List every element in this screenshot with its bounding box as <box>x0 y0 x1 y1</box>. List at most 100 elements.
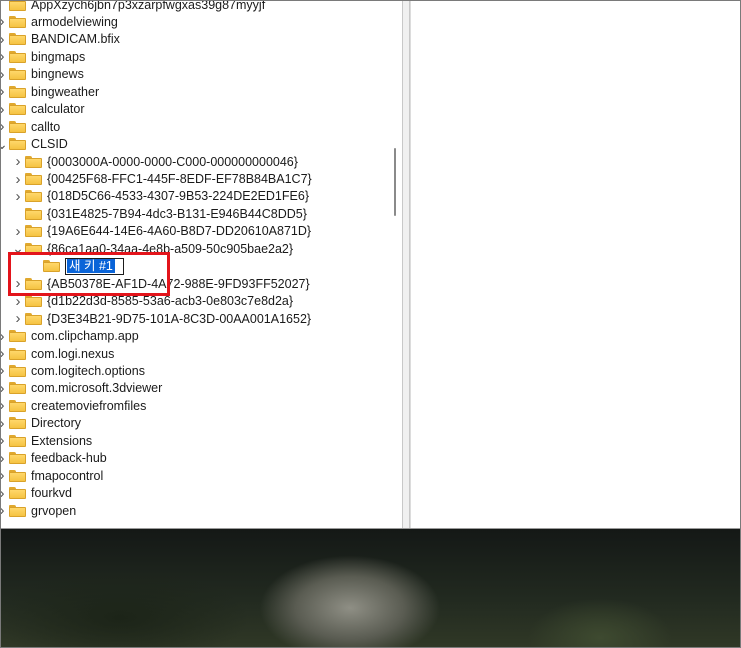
chevron-right-icon[interactable]: › <box>0 31 7 48</box>
tree-item[interactable]: › bingmaps <box>0 48 85 65</box>
tree-item[interactable]: › {d1b22d3d-8585-53a6-acb3-0e803c7e8d2a} <box>13 293 294 310</box>
chevron-right-icon[interactable]: › <box>0 397 7 414</box>
chevron-right-icon[interactable]: › <box>13 188 23 205</box>
registry-key-tree[interactable]: AppXzych6jbn7p3xzarpfwgxas39g87myyjf › arm… <box>0 0 388 528</box>
chevron-right-icon[interactable]: › <box>0 83 7 100</box>
chevron-down-icon[interactable]: ⌄ <box>12 240 24 257</box>
tree-item[interactable]: › com.clipchamp.app <box>0 328 139 345</box>
tree-item-label: bingweather <box>31 84 100 99</box>
tree-item-label: Directory <box>31 416 82 431</box>
chevron-right-icon[interactable]: › <box>13 293 23 310</box>
tree-item[interactable]: › callto <box>0 118 60 135</box>
tree-item[interactable]: › Directory <box>0 415 81 432</box>
tree-vertical-scrollbar[interactable] <box>388 0 402 528</box>
tree-item[interactable]: {031E4825-7B94-4dc3-B131-E946B44C8DD5} <box>13 205 307 222</box>
tree-item-label: {018D5C66-4533-4307-9B53-224DE2ED1FE6} <box>47 189 309 204</box>
tree-item[interactable]: › {D3E34B21-9D75-101A-8C3D-00AA001A1652} <box>13 310 312 327</box>
chevron-right-icon[interactable]: › <box>0 380 7 397</box>
chevron-right-icon[interactable]: › <box>0 328 7 345</box>
tree-item[interactable]: › armodelviewing <box>0 13 118 30</box>
chevron-right-icon[interactable]: › <box>0 66 7 83</box>
tree-item[interactable]: › com.logi.nexus <box>0 345 114 362</box>
folder-icon <box>25 295 42 308</box>
chevron-right-icon[interactable]: › <box>0 13 7 30</box>
folder-icon <box>25 277 42 290</box>
folder-icon <box>25 207 42 220</box>
folder-icon <box>25 155 42 168</box>
registry-values-pane[interactable] <box>410 0 741 528</box>
tree-item[interactable]: › fmapocontrol <box>0 467 103 484</box>
chevron-right-icon[interactable]: › <box>0 485 7 502</box>
tree-item[interactable]: › com.microsoft.3dviewer <box>0 380 162 397</box>
tree-item-label: {d1b22d3d-8585-53a6-acb3-0e803c7e8d2a} <box>47 294 294 309</box>
chevron-right-icon[interactable]: › <box>0 415 7 432</box>
tree-item[interactable]: › grvopen <box>0 502 76 519</box>
chevron-right-icon[interactable]: › <box>0 450 7 467</box>
tree-item[interactable]: › com.logitech.options <box>0 362 145 379</box>
chevron-right-icon[interactable]: › <box>13 153 23 170</box>
folder-icon <box>25 173 42 185</box>
tree-item[interactable]: › bingweather <box>0 83 99 100</box>
chevron-right-icon[interactable]: › <box>0 48 7 65</box>
chevron-right-icon[interactable]: › <box>13 223 23 240</box>
tree-item[interactable]: › {0003000A-0000-0000-C000-000000000046} <box>13 153 298 170</box>
chevron-right-icon[interactable]: › <box>0 362 7 379</box>
folder-icon <box>25 190 42 203</box>
tree-item[interactable]: › createmoviefromfiles <box>0 397 146 414</box>
folder-icon <box>9 434 26 447</box>
pane-splitter[interactable] <box>402 0 410 528</box>
chevron-right-icon[interactable]: › <box>0 345 7 362</box>
scrollbar-thumb[interactable] <box>394 148 396 216</box>
tree-item[interactable]: › Extensions <box>0 432 92 449</box>
chevron-right-icon[interactable]: › <box>0 101 7 118</box>
folder-icon <box>9 33 26 46</box>
folder-icon <box>43 260 60 273</box>
chevron-right-icon[interactable]: › <box>0 467 7 484</box>
folder-icon <box>9 399 26 412</box>
rename-key-text: 새 키 #1 <box>67 258 115 273</box>
tree-item-label: {00425F68-FFC1-445F-8EDF-EF78B84BA1C7} <box>47 172 312 186</box>
tree-item[interactable]: › {AB50378E-AF1D-4A72-988E-9FD93FF52027} <box>13 275 310 292</box>
tree-item[interactable]: › BANDICAM.bfix <box>0 31 120 48</box>
folder-icon <box>9 364 26 377</box>
tree-item[interactable]: › bingnews <box>0 66 84 83</box>
tree-item[interactable]: AppXzych6jbn7p3xzarpfwgxas39g87myyjf <box>0 0 265 13</box>
chevron-right-icon[interactable]: › <box>0 118 7 135</box>
chevron-right-icon[interactable]: › <box>13 310 23 327</box>
tree-item-label: {AB50378E-AF1D-4A72-988E-9FD93FF52027} <box>47 276 310 291</box>
folder-icon <box>9 0 26 11</box>
tree-item-label: callto <box>31 119 61 134</box>
folder-icon <box>9 50 26 63</box>
tree-item[interactable]: › {018D5C66-4533-4307-9B53-224DE2ED1FE6} <box>13 188 310 205</box>
chevron-down-icon[interactable]: ⌄ <box>0 136 8 153</box>
tree-item-editing[interactable]: 새 키 #1 <box>31 257 124 275</box>
tree-item[interactable]: ⌄ CLSID <box>0 136 68 153</box>
tree-item[interactable]: › calculator <box>0 101 85 118</box>
tree-item[interactable]: › {19A6E644-14E6-4A60-B8D7-DD20610A871D} <box>13 223 312 240</box>
tree-item-label: CLSID <box>31 137 68 152</box>
tree-item-label: fmapocontrol <box>31 468 104 483</box>
tree-item[interactable]: › feedback-hub <box>0 450 107 467</box>
folder-icon <box>9 68 26 81</box>
tree-item-label: com.logitech.options <box>31 363 145 378</box>
folder-icon <box>9 382 26 395</box>
chevron-right-icon[interactable]: › <box>0 502 7 519</box>
folder-icon <box>25 242 42 255</box>
tree-item-label: {D3E34B21-9D75-101A-8C3D-00AA001A1652} <box>47 311 312 326</box>
tree-item-label: Extensions <box>31 433 93 448</box>
tree-item[interactable]: › fourkvd <box>0 485 72 502</box>
tree-item-label: BANDICAM.bfix <box>31 32 120 47</box>
chevron-right-icon[interactable]: › <box>13 275 23 292</box>
tree-item-label: calculator <box>31 102 85 117</box>
tree-item-label: AppXzych6jbn7p3xzarpfwgxas39g87myyjf <box>31 0 266 12</box>
tree-item-label: com.microsoft.3dviewer <box>31 381 163 396</box>
tree-item[interactable]: ⌄ {86ca1aa0-34aa-4e8b-a509-50c905bae2a2} <box>12 240 293 257</box>
tree-item[interactable]: › {00425F68-FFC1-445F-8EDF-EF78B84BA1C7} <box>13 171 312 188</box>
chevron-right-icon[interactable]: › <box>13 171 23 188</box>
rename-key-input[interactable]: 새 키 #1 <box>65 257 124 275</box>
chevron-right-icon[interactable]: › <box>0 432 7 449</box>
tree-item-label: {0003000A-0000-0000-C000-000000000046} <box>47 154 298 169</box>
